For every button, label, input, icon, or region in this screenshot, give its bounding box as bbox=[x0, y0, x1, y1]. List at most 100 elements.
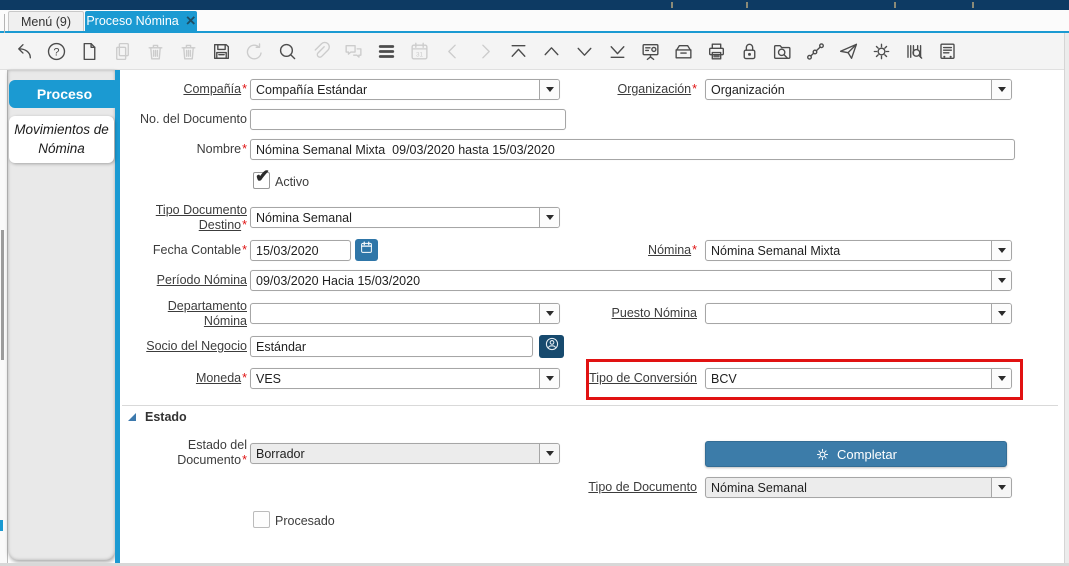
chevron-down-icon bbox=[545, 451, 554, 456]
tipo-documento-destino-label[interactable]: Tipo Documento Destino* bbox=[120, 203, 247, 233]
procesado-label: Procesado bbox=[275, 514, 335, 528]
tab-menu[interactable]: Menú (9) bbox=[8, 11, 84, 31]
periodo-nomina-label[interactable]: Período Nómina bbox=[120, 270, 247, 291]
fecha-contable-field[interactable]: 15/03/2020 bbox=[250, 240, 351, 261]
detail-record-icon[interactable] bbox=[574, 41, 595, 62]
no-documento-field[interactable] bbox=[250, 109, 566, 130]
puesto-nomina-field[interactable] bbox=[705, 303, 1012, 324]
activo-checkbox[interactable] bbox=[253, 166, 270, 189]
archive-icon[interactable] bbox=[673, 41, 694, 62]
nomina-label[interactable]: Nómina* bbox=[550, 240, 697, 261]
calendar-picker-button[interactable] bbox=[355, 239, 378, 261]
delete-selection-icon bbox=[178, 41, 199, 62]
estado-documento-field[interactable]: Borrador bbox=[250, 443, 560, 464]
estado-group-header[interactable]: Estado bbox=[128, 410, 187, 424]
report-window-icon[interactable] bbox=[937, 41, 958, 62]
zoom-across-icon[interactable] bbox=[772, 41, 793, 62]
sidebar: Proceso Movimientos de Nómina bbox=[0, 70, 120, 563]
moneda-field[interactable]: VES bbox=[250, 368, 560, 389]
calendar-icon: 31 bbox=[409, 41, 430, 62]
periodo-nomina-field[interactable]: 09/03/2020 Hacia 15/03/2020 bbox=[250, 270, 1012, 291]
send-icon[interactable] bbox=[838, 41, 859, 62]
tab-proceso-nomina[interactable]: Proceso Nómina × bbox=[85, 11, 197, 31]
tab-proceso-nomina-label: Proceso Nómina bbox=[86, 14, 179, 28]
find-icon[interactable] bbox=[277, 41, 298, 62]
business-partner-icon bbox=[544, 336, 560, 357]
left-scrollbar-thumb[interactable] bbox=[1, 230, 4, 360]
puesto-nomina-label[interactable]: Puesto Nómina bbox=[550, 303, 697, 324]
save-icon[interactable] bbox=[211, 41, 232, 62]
tab-bar: Menú (9) Proceso Nómina × bbox=[0, 10, 1069, 33]
socio-del-negocio-label[interactable]: Socio del Negocio bbox=[120, 336, 247, 357]
sidebar-item-label: Movimientos de Nómina bbox=[14, 122, 109, 156]
first-record-icon[interactable] bbox=[508, 41, 529, 62]
dropdown-button[interactable] bbox=[991, 304, 1011, 323]
dropdown-button[interactable] bbox=[991, 478, 1011, 497]
dropdown-button[interactable] bbox=[539, 444, 559, 463]
tipo-documento-field[interactable]: Nómina Semanal bbox=[705, 477, 1012, 498]
delete-record-icon bbox=[145, 41, 166, 62]
toolbar: ? 31 bbox=[0, 33, 1069, 70]
chevron-down-icon bbox=[545, 215, 554, 220]
chat-icon bbox=[343, 41, 364, 62]
organizacion-label[interactable]: Organización* bbox=[550, 79, 697, 100]
procesado-checkbox[interactable] bbox=[253, 511, 270, 528]
grid-toggle-icon[interactable] bbox=[376, 41, 397, 62]
report-icon[interactable] bbox=[640, 41, 661, 62]
topbar-separator bbox=[671, 2, 673, 8]
nomina-field[interactable]: Nómina Semanal Mixta bbox=[705, 240, 1012, 261]
compania-label[interactable]: Compañía* bbox=[120, 79, 247, 100]
tipo-documento-label[interactable]: Tipo de Documento bbox=[550, 477, 697, 498]
estado-documento-label: Estado del Documento* bbox=[177, 438, 247, 467]
copy-record-icon bbox=[112, 41, 133, 62]
moneda-label[interactable]: Moneda* bbox=[120, 368, 247, 389]
completar-button-label: Completar bbox=[837, 446, 897, 462]
compania-field[interactable]: Compañía Estándar bbox=[250, 79, 560, 100]
topbar-separator bbox=[972, 2, 974, 8]
socio-del-negocio-field[interactable]: Estándar bbox=[250, 336, 533, 357]
undo-icon[interactable] bbox=[13, 41, 34, 62]
dropdown-button[interactable] bbox=[539, 208, 559, 227]
next-record-icon bbox=[475, 41, 496, 62]
organizacion-field[interactable]: Organización bbox=[705, 79, 1012, 100]
business-partner-button[interactable] bbox=[539, 335, 564, 358]
product-info-icon[interactable] bbox=[904, 41, 925, 62]
activo-label: Activo bbox=[275, 175, 310, 189]
chevron-down-icon bbox=[997, 278, 1006, 283]
chevron-down-icon bbox=[997, 248, 1006, 253]
chevron-down-icon bbox=[997, 485, 1006, 490]
svg-text:?: ? bbox=[53, 46, 59, 58]
process-icon[interactable] bbox=[871, 41, 892, 62]
departamento-nomina-label[interactable]: Departamento Nómina bbox=[120, 299, 247, 329]
dropdown-button[interactable] bbox=[991, 271, 1011, 290]
new-record-icon[interactable] bbox=[79, 41, 100, 62]
window-edge bbox=[4, 14, 5, 33]
form-panel: Compañía* Compañía Estándar Organización… bbox=[120, 70, 1064, 563]
right-scrollbar-track[interactable] bbox=[1064, 33, 1069, 563]
tab-menu-label: Menú (9) bbox=[20, 14, 72, 29]
parent-record-icon[interactable] bbox=[541, 41, 562, 62]
svg-text:31: 31 bbox=[416, 51, 424, 58]
workflow-icon[interactable] bbox=[805, 41, 826, 62]
help-icon[interactable]: ? bbox=[46, 41, 67, 62]
highlight-box bbox=[586, 359, 1023, 400]
lock-icon[interactable] bbox=[739, 41, 760, 62]
sidebar-item-movimientos-de-nomina[interactable]: Movimientos de Nómina bbox=[9, 116, 114, 163]
nombre-field[interactable]: Nómina Semanal Mixta 09/03/2020 hasta 15… bbox=[250, 139, 1015, 160]
print-icon[interactable] bbox=[706, 41, 727, 62]
close-tab-icon[interactable]: × bbox=[186, 12, 196, 29]
chevron-down-icon bbox=[997, 311, 1006, 316]
tipo-documento-destino-field[interactable]: Nómina Semanal bbox=[250, 207, 560, 228]
sidebar-item-proceso[interactable]: Proceso bbox=[9, 80, 120, 108]
dropdown-button[interactable] bbox=[991, 241, 1011, 260]
nombre-label: Nombre* bbox=[196, 142, 247, 156]
previous-record-icon bbox=[442, 41, 463, 62]
no-documento-label: No. del Documento bbox=[139, 112, 247, 126]
collapse-triangle-icon bbox=[128, 413, 136, 421]
dropdown-button[interactable] bbox=[991, 80, 1011, 99]
chevron-down-icon bbox=[997, 87, 1006, 92]
departamento-nomina-field[interactable] bbox=[250, 303, 560, 324]
last-record-icon[interactable] bbox=[607, 41, 628, 62]
attachment-icon bbox=[310, 41, 331, 62]
completar-button[interactable]: Completar bbox=[705, 441, 1007, 467]
